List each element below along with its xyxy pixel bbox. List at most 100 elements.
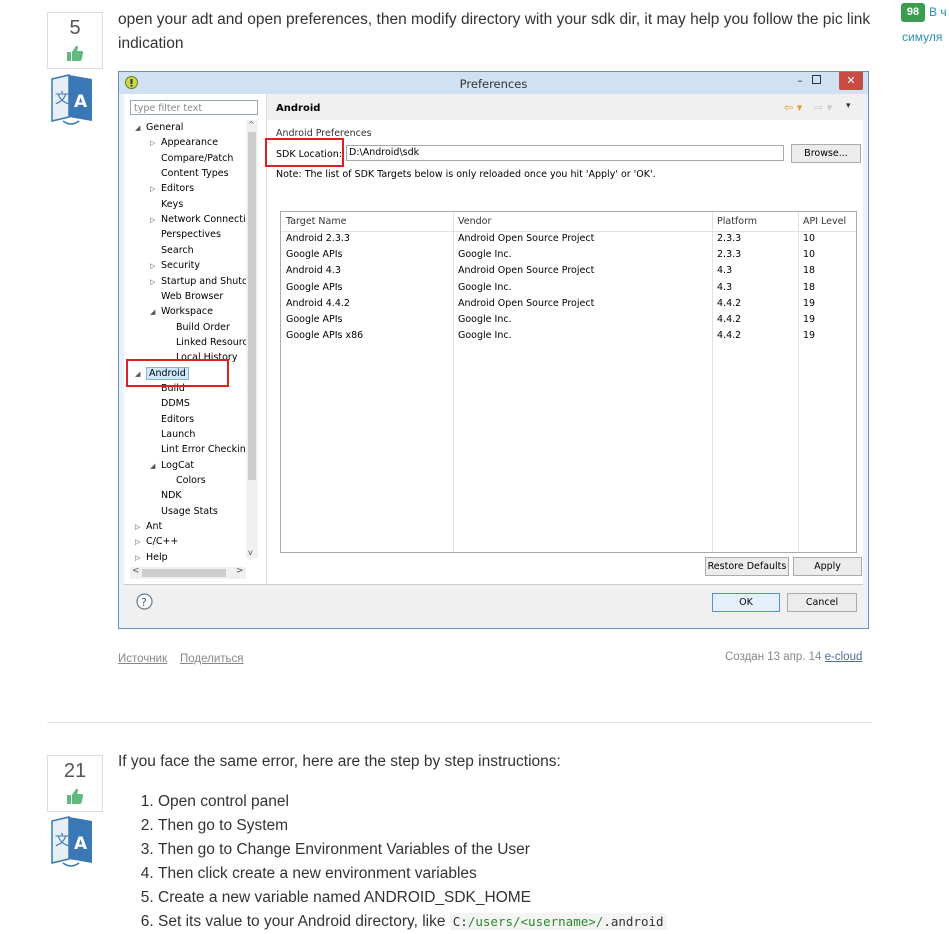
answer-body: open your adt and open preferences, then… [118,11,871,52]
back-icon[interactable]: ⇦ ▾ [784,101,802,114]
tree-item[interactable]: Security [161,260,200,271]
scroll-thumb[interactable] [248,132,256,480]
help-icon[interactable]: ? [136,593,153,610]
tree-item[interactable]: Network Connectio [161,214,251,225]
scroll-thumb[interactable] [142,569,226,577]
tree-item[interactable]: Help [146,552,168,563]
list-item: Then go to System [158,814,667,838]
tree-item[interactable]: Keys [161,199,183,210]
tree-item[interactable]: Ant [146,521,162,532]
tree-item[interactable]: Compare/Patch [161,153,233,164]
tree-item[interactable]: Appearance [161,137,218,148]
cancel-button[interactable]: Cancel [787,593,857,612]
tree-item[interactable]: Perspectives [161,229,221,240]
tree-item[interactable]: General [146,122,183,133]
collapsed-arrow-icon[interactable]: ▷ [150,262,155,270]
apply-button[interactable]: Apply [793,557,862,576]
collapsed-arrow-icon[interactable]: ▷ [135,538,140,546]
tree-item[interactable]: LogCat [161,460,194,471]
tree-item[interactable]: Workspace [161,306,213,317]
tree-item[interactable]: Build Order [176,322,230,333]
highlight-android [126,359,229,387]
restore-defaults-button[interactable]: Restore Defaults [705,557,789,576]
note-text: Note: The list of SDK Targets below is o… [276,169,656,180]
vote-count: 21 [63,760,87,782]
sdk-targets-table[interactable]: Target Name Vendor Platform API Level Androi… [280,211,857,553]
tree-item[interactable]: Editors [161,183,194,194]
close-icon[interactable]: ✕ [839,72,863,90]
expanded-arrow-icon[interactable]: ◢ [150,308,155,316]
tree-item[interactable]: Linked Resourc [176,337,248,348]
browse-button[interactable]: Browse... [791,144,861,163]
translate-icon[interactable]: 文 A [49,73,95,125]
thumbs-up-icon[interactable] [66,44,84,62]
author-link[interactable]: e-cloud [825,651,863,663]
filter-input[interactable]: type filter text [130,100,258,115]
column-header[interactable]: Vendor [458,216,491,227]
table-cell: 4.4.2 [717,330,742,342]
tree-vertical-scrollbar[interactable]: ^ v [246,120,258,558]
sidebar-link[interactable]: симуля [902,30,942,44]
column-header[interactable]: Target Name [286,216,346,227]
table-cell: Google APIs [286,281,343,293]
collapsed-arrow-icon[interactable]: ▷ [135,554,140,562]
ok-button[interactable]: OK [712,593,780,612]
thumbs-up-icon[interactable] [66,787,84,805]
tree-item[interactable]: Usage Stats [161,506,218,517]
table-cell: Google APIs [286,249,343,261]
tree-item[interactable]: Web Browser [161,291,223,302]
vote-box: 21 [47,755,103,812]
minimize-icon[interactable]: – [791,72,809,90]
table-cell: 19 [803,330,816,342]
collapsed-arrow-icon[interactable]: ▷ [150,185,155,193]
tree-item[interactable]: Editors [161,414,194,425]
sidebar-link[interactable]: В ч [929,5,947,19]
expanded-arrow-icon[interactable]: ◢ [150,462,155,470]
column-divider [453,212,454,552]
tree-item[interactable]: Startup and Shutd [161,276,248,287]
vote-box: 5 [47,12,103,69]
expanded-arrow-icon[interactable]: ◢ [135,124,140,132]
table-cell: Android Open Source Project [458,297,595,309]
table-cell: Google Inc. [458,249,512,261]
path-code: C:/users/<username>/.android [449,913,667,930]
divider [266,94,267,584]
svg-text:文: 文 [55,91,69,107]
answer-divider [47,722,872,723]
column-header[interactable]: Platform [717,216,757,227]
maximize-button[interactable] [811,71,821,89]
column-header[interactable]: API Level [803,216,846,227]
page-title: Android [276,103,321,114]
table-cell: 4.4.2 [717,314,742,325]
source-link[interactable]: Источник [118,653,167,665]
tree-horizontal-scrollbar[interactable]: < > [130,566,246,579]
table-cell: Android 4.4.2 [286,297,350,309]
tree-item[interactable]: C/C++ [146,536,178,547]
collapsed-arrow-icon[interactable]: ▷ [150,139,155,147]
translate-icon[interactable]: 文 A [49,815,95,867]
table-cell: Android 4.3 [286,265,341,277]
menu-chevron-down-icon[interactable]: ▾ [846,101,851,111]
tree-item[interactable]: NDK [161,490,182,501]
tree-item[interactable]: Colors [176,475,206,486]
tree-item[interactable]: Lint Error Checking [161,444,252,455]
column-divider [712,212,713,552]
tree-item[interactable]: Search [161,245,194,256]
sdk-location-input[interactable]: D:\Android\sdk [346,145,784,161]
tree-item[interactable]: Launch [161,429,195,440]
share-link[interactable]: Поделиться [180,653,244,665]
table-cell: 18 [803,281,816,293]
collapsed-arrow-icon[interactable]: ▷ [150,278,155,286]
table-cell: Android Open Source Project [458,233,595,244]
created-label: Создан 13 апр. 14 [725,651,822,663]
forward-icon[interactable]: ⇨ ▾ [814,101,832,114]
dialog-body: type filter text ◢ General ▷ Appearance Comp… [124,94,863,625]
collapsed-arrow-icon[interactable]: ▷ [135,523,140,531]
svg-text:A: A [74,92,88,112]
column-divider [798,212,799,552]
answer-body: If you face the same error, here are the… [118,753,561,770]
tree-item[interactable]: DDMS [161,398,190,409]
score-badge[interactable]: 98 [901,3,925,22]
tree-item[interactable]: Content Types [161,168,229,179]
collapsed-arrow-icon[interactable]: ▷ [150,216,155,224]
